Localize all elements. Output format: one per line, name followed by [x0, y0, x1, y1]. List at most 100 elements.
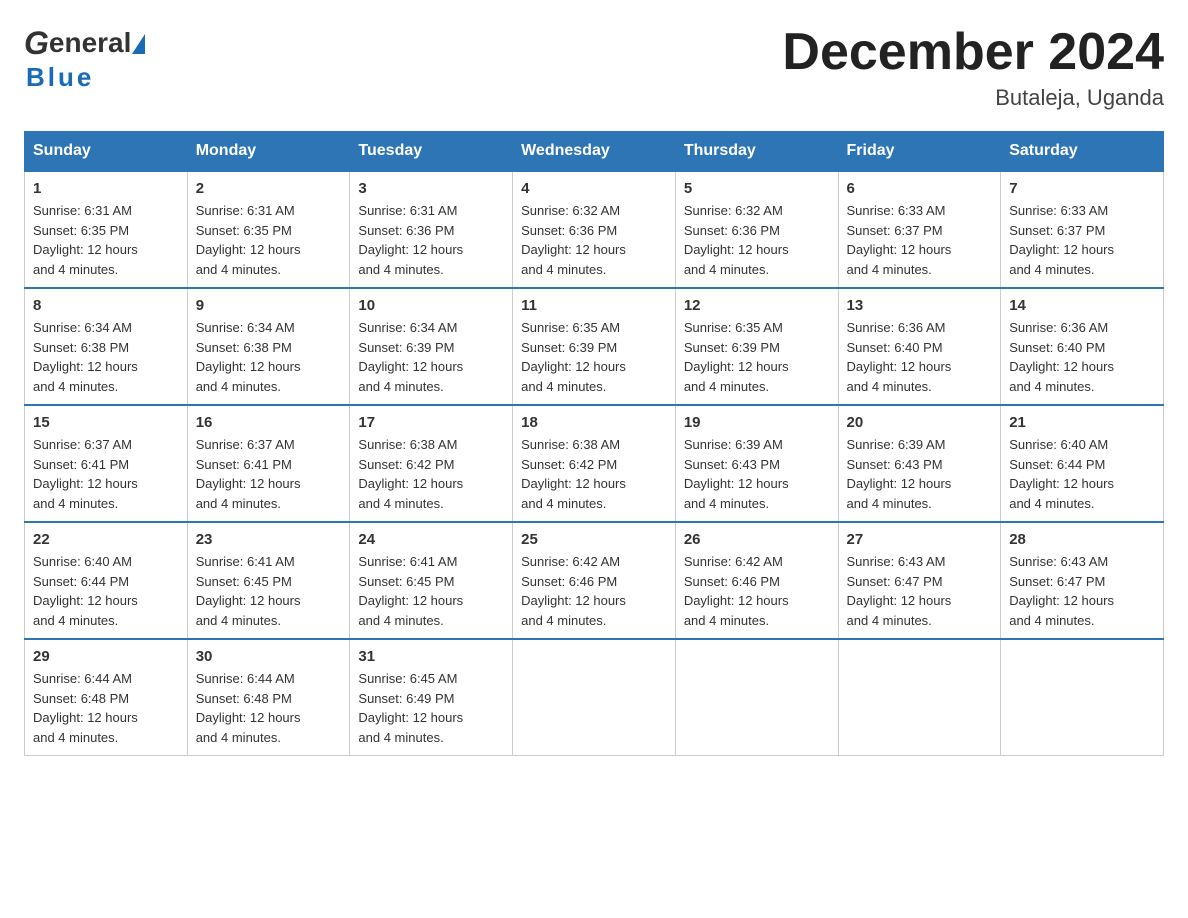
- table-row: [838, 639, 1001, 756]
- day-number: 12: [684, 297, 830, 314]
- day-info: Sunrise: 6:37 AM Sunset: 6:41 PM Dayligh…: [196, 435, 342, 513]
- daylight-cont: and 4 minutes.: [358, 262, 443, 277]
- daylight-cont: and 4 minutes.: [521, 262, 606, 277]
- col-header-saturday: Saturday: [1001, 132, 1164, 172]
- sunset-label: Sunset: 6:36 PM: [684, 223, 780, 238]
- table-row: 20 Sunrise: 6:39 AM Sunset: 6:43 PM Dayl…: [838, 405, 1001, 522]
- daylight-label: Daylight: 12 hours: [196, 476, 301, 491]
- sunset-label: Sunset: 6:45 PM: [196, 574, 292, 589]
- day-info: Sunrise: 6:31 AM Sunset: 6:35 PM Dayligh…: [33, 201, 179, 279]
- table-row: 18 Sunrise: 6:38 AM Sunset: 6:42 PM Dayl…: [513, 405, 676, 522]
- sunset-label: Sunset: 6:36 PM: [521, 223, 617, 238]
- day-info: Sunrise: 6:34 AM Sunset: 6:38 PM Dayligh…: [196, 318, 342, 396]
- logo: G eneral Blue: [24, 24, 145, 94]
- sunrise-label: Sunrise: 6:34 AM: [358, 320, 457, 335]
- day-number: 5: [684, 180, 830, 197]
- day-info: Sunrise: 6:42 AM Sunset: 6:46 PM Dayligh…: [684, 552, 830, 630]
- day-number: 18: [521, 414, 667, 431]
- daylight-label: Daylight: 12 hours: [847, 476, 952, 491]
- sunrise-label: Sunrise: 6:45 AM: [358, 671, 457, 686]
- logo-eneral-text: eneral: [49, 26, 132, 60]
- daylight-cont: and 4 minutes.: [33, 730, 118, 745]
- day-info: Sunrise: 6:44 AM Sunset: 6:48 PM Dayligh…: [33, 669, 179, 747]
- daylight-label: Daylight: 12 hours: [847, 593, 952, 608]
- table-row: 10 Sunrise: 6:34 AM Sunset: 6:39 PM Dayl…: [350, 288, 513, 405]
- sunrise-label: Sunrise: 6:42 AM: [684, 554, 783, 569]
- day-number: 4: [521, 180, 667, 197]
- day-info: Sunrise: 6:39 AM Sunset: 6:43 PM Dayligh…: [847, 435, 993, 513]
- sunset-label: Sunset: 6:39 PM: [358, 340, 454, 355]
- sunset-label: Sunset: 6:44 PM: [33, 574, 129, 589]
- sunset-label: Sunset: 6:36 PM: [358, 223, 454, 238]
- sunrise-label: Sunrise: 6:31 AM: [358, 203, 457, 218]
- sunset-label: Sunset: 6:35 PM: [33, 223, 129, 238]
- day-info: Sunrise: 6:38 AM Sunset: 6:42 PM Dayligh…: [358, 435, 504, 513]
- daylight-cont: and 4 minutes.: [684, 613, 769, 628]
- col-header-wednesday: Wednesday: [513, 132, 676, 172]
- table-row: 16 Sunrise: 6:37 AM Sunset: 6:41 PM Dayl…: [187, 405, 350, 522]
- table-row: 13 Sunrise: 6:36 AM Sunset: 6:40 PM Dayl…: [838, 288, 1001, 405]
- day-info: Sunrise: 6:32 AM Sunset: 6:36 PM Dayligh…: [521, 201, 667, 279]
- logo-g-letter: G: [24, 24, 49, 62]
- day-info: Sunrise: 6:40 AM Sunset: 6:44 PM Dayligh…: [1009, 435, 1155, 513]
- day-info: Sunrise: 6:33 AM Sunset: 6:37 PM Dayligh…: [1009, 201, 1155, 279]
- daylight-label: Daylight: 12 hours: [33, 359, 138, 374]
- table-row: 27 Sunrise: 6:43 AM Sunset: 6:47 PM Dayl…: [838, 522, 1001, 639]
- table-row: 29 Sunrise: 6:44 AM Sunset: 6:48 PM Dayl…: [25, 639, 188, 756]
- sunrise-label: Sunrise: 6:36 AM: [1009, 320, 1108, 335]
- day-number: 27: [847, 531, 993, 548]
- day-number: 31: [358, 648, 504, 665]
- day-number: 9: [196, 297, 342, 314]
- day-info: Sunrise: 6:42 AM Sunset: 6:46 PM Dayligh…: [521, 552, 667, 630]
- daylight-cont: and 4 minutes.: [1009, 496, 1094, 511]
- sunrise-label: Sunrise: 6:32 AM: [684, 203, 783, 218]
- day-number: 29: [33, 648, 179, 665]
- sunrise-label: Sunrise: 6:38 AM: [521, 437, 620, 452]
- daylight-cont: and 4 minutes.: [847, 262, 932, 277]
- sunset-label: Sunset: 6:41 PM: [196, 457, 292, 472]
- sunset-label: Sunset: 6:48 PM: [196, 691, 292, 706]
- sunset-label: Sunset: 6:44 PM: [1009, 457, 1105, 472]
- day-number: 1: [33, 180, 179, 197]
- daylight-cont: and 4 minutes.: [33, 262, 118, 277]
- daylight-cont: and 4 minutes.: [521, 613, 606, 628]
- sunrise-label: Sunrise: 6:43 AM: [1009, 554, 1108, 569]
- table-row: 24 Sunrise: 6:41 AM Sunset: 6:45 PM Dayl…: [350, 522, 513, 639]
- daylight-label: Daylight: 12 hours: [1009, 242, 1114, 257]
- daylight-label: Daylight: 12 hours: [33, 476, 138, 491]
- sunrise-label: Sunrise: 6:34 AM: [33, 320, 132, 335]
- calendar-week-row: 22 Sunrise: 6:40 AM Sunset: 6:44 PM Dayl…: [25, 522, 1164, 639]
- daylight-label: Daylight: 12 hours: [1009, 476, 1114, 491]
- day-info: Sunrise: 6:31 AM Sunset: 6:36 PM Dayligh…: [358, 201, 504, 279]
- col-header-monday: Monday: [187, 132, 350, 172]
- daylight-label: Daylight: 12 hours: [358, 710, 463, 725]
- daylight-label: Daylight: 12 hours: [1009, 593, 1114, 608]
- day-info: Sunrise: 6:43 AM Sunset: 6:47 PM Dayligh…: [1009, 552, 1155, 630]
- table-row: 11 Sunrise: 6:35 AM Sunset: 6:39 PM Dayl…: [513, 288, 676, 405]
- day-number: 20: [847, 414, 993, 431]
- sunrise-label: Sunrise: 6:37 AM: [196, 437, 295, 452]
- sunset-label: Sunset: 6:43 PM: [847, 457, 943, 472]
- table-row: 21 Sunrise: 6:40 AM Sunset: 6:44 PM Dayl…: [1001, 405, 1164, 522]
- day-info: Sunrise: 6:41 AM Sunset: 6:45 PM Dayligh…: [358, 552, 504, 630]
- day-number: 13: [847, 297, 993, 314]
- daylight-cont: and 4 minutes.: [196, 262, 281, 277]
- sunrise-label: Sunrise: 6:43 AM: [847, 554, 946, 569]
- daylight-cont: and 4 minutes.: [521, 379, 606, 394]
- calendar-week-row: 29 Sunrise: 6:44 AM Sunset: 6:48 PM Dayl…: [25, 639, 1164, 756]
- calendar-header-row: Sunday Monday Tuesday Wednesday Thursday…: [25, 132, 1164, 172]
- calendar-week-row: 8 Sunrise: 6:34 AM Sunset: 6:38 PM Dayli…: [25, 288, 1164, 405]
- day-info: Sunrise: 6:35 AM Sunset: 6:39 PM Dayligh…: [684, 318, 830, 396]
- table-row: 6 Sunrise: 6:33 AM Sunset: 6:37 PM Dayli…: [838, 171, 1001, 288]
- daylight-cont: and 4 minutes.: [358, 379, 443, 394]
- day-info: Sunrise: 6:44 AM Sunset: 6:48 PM Dayligh…: [196, 669, 342, 747]
- table-row: 12 Sunrise: 6:35 AM Sunset: 6:39 PM Dayl…: [675, 288, 838, 405]
- sunset-label: Sunset: 6:48 PM: [33, 691, 129, 706]
- daylight-cont: and 4 minutes.: [684, 262, 769, 277]
- sunset-label: Sunset: 6:40 PM: [1009, 340, 1105, 355]
- daylight-cont: and 4 minutes.: [33, 613, 118, 628]
- daylight-cont: and 4 minutes.: [1009, 262, 1094, 277]
- table-row: 17 Sunrise: 6:38 AM Sunset: 6:42 PM Dayl…: [350, 405, 513, 522]
- table-row: 19 Sunrise: 6:39 AM Sunset: 6:43 PM Dayl…: [675, 405, 838, 522]
- sunrise-label: Sunrise: 6:38 AM: [358, 437, 457, 452]
